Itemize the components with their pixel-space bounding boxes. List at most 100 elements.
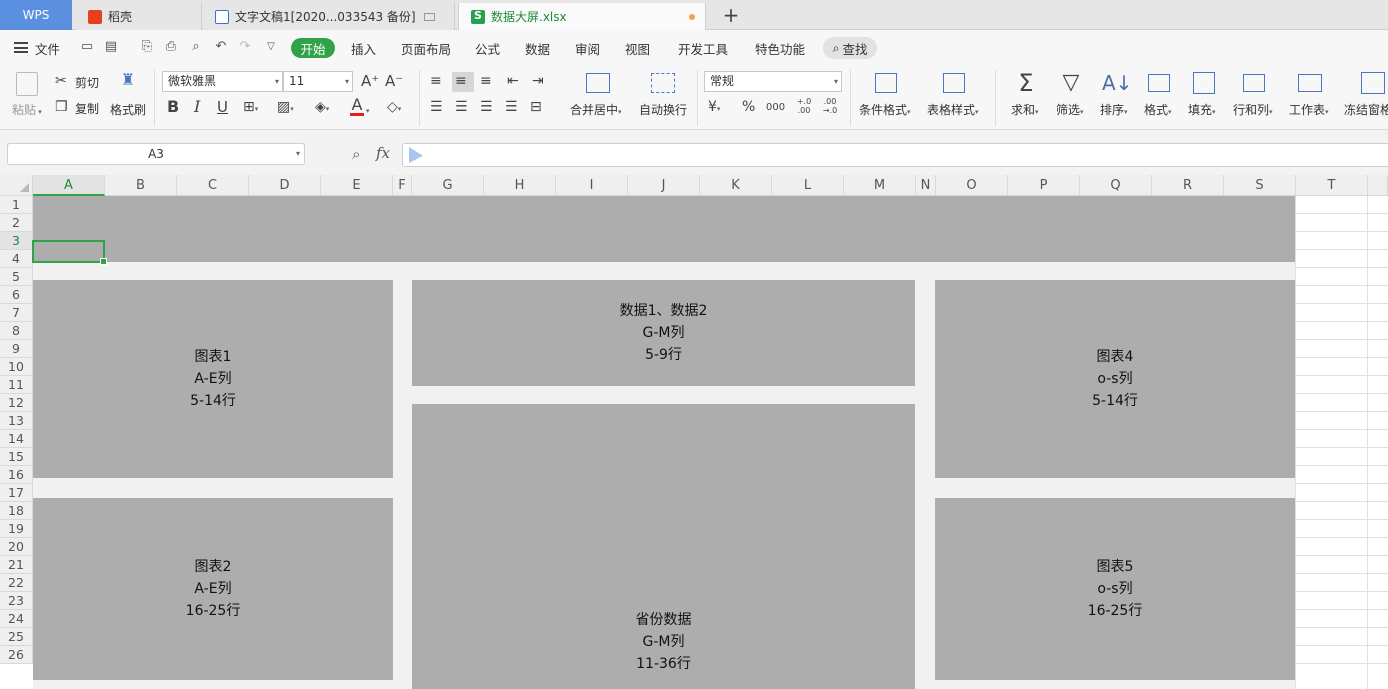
increase-font-icon[interactable]: A⁺ xyxy=(361,73,379,89)
currency-button[interactable]: ¥▾ xyxy=(708,99,720,117)
header-banner-block[interactable] xyxy=(33,196,1295,262)
italic-button[interactable]: I xyxy=(194,99,200,115)
underline-button[interactable]: U xyxy=(217,99,228,115)
font-size-select[interactable]: 11 ▾ xyxy=(283,71,353,92)
sum-button[interactable]: 求和▾ xyxy=(1011,101,1039,118)
column-header-overflow[interactable] xyxy=(1368,175,1388,196)
column-header-g[interactable]: G xyxy=(412,175,484,196)
new-tab-button[interactable]: + xyxy=(720,3,742,27)
column-header-m[interactable]: M xyxy=(844,175,916,196)
row-header-16[interactable]: 16 xyxy=(0,466,33,484)
tab-docer[interactable]: 稻壳 xyxy=(76,3,202,30)
column-header-t[interactable]: T xyxy=(1296,175,1368,196)
spreadsheet-grid[interactable]: ABCDEFGHIJKLMNOPQRST 1 2 3 4 5 6 7 8 9 10 11 12 13 14… xyxy=(0,175,1388,689)
clear-format-icon[interactable]: ◇▾ xyxy=(387,99,401,117)
menu-insert[interactable]: 插入 xyxy=(351,39,376,58)
row-header-19[interactable]: 19 xyxy=(0,520,33,538)
menu-developer[interactable]: 开发工具 xyxy=(678,39,728,58)
print-preview-icon[interactable]: ⌕ xyxy=(189,40,203,54)
column-header-n[interactable]: N xyxy=(916,175,936,196)
menu-view[interactable]: 视图 xyxy=(625,39,650,58)
column-header-l[interactable]: L xyxy=(772,175,844,196)
row-header-4[interactable]: 4 xyxy=(0,250,33,268)
fill-style-icon[interactable]: ▨▾ xyxy=(277,99,294,117)
percent-button[interactable]: % xyxy=(742,99,755,115)
fill-button[interactable]: 填充▾ xyxy=(1188,101,1216,118)
row-header-26[interactable]: 26 xyxy=(0,646,33,664)
number-format-select[interactable]: 常规 ▾ xyxy=(704,71,842,92)
search-button[interactable]: ⌕ 查找 xyxy=(823,37,877,59)
row-header-11[interactable]: 11 xyxy=(0,376,33,394)
row-header-14[interactable]: 14 xyxy=(0,430,33,448)
column-header-h[interactable]: H xyxy=(484,175,556,196)
font-color-button[interactable]: A xyxy=(350,97,364,116)
format-button[interactable]: 格式▾ xyxy=(1144,101,1172,118)
wrap-text-button[interactable]: 自动换行 xyxy=(639,101,687,118)
menu-start[interactable]: 开始 xyxy=(291,38,335,58)
column-header-a[interactable]: A xyxy=(33,175,105,196)
menu-data[interactable]: 数据 xyxy=(525,39,550,58)
row-header-6[interactable]: 6 xyxy=(0,286,33,304)
merge-center-button[interactable]: 合并居中▾ xyxy=(570,101,622,118)
table-style-button[interactable]: 表格样式▾ xyxy=(927,101,979,118)
fx-button[interactable]: fx xyxy=(376,144,390,162)
filter-button[interactable]: 筛选▾ xyxy=(1056,101,1084,118)
sort-button[interactable]: 排序▾ xyxy=(1100,101,1128,118)
column-header-f[interactable]: F xyxy=(393,175,412,196)
align-left-icon[interactable]: ☰ xyxy=(430,99,443,115)
fill-color-icon[interactable]: ◈▾ xyxy=(315,99,329,117)
row-header-1[interactable]: 1 xyxy=(0,196,33,214)
row-header-20[interactable]: 20 xyxy=(0,538,33,556)
chart2-block[interactable]: 图表2 A-E列 16-25行 xyxy=(33,498,393,680)
column-header-e[interactable]: E xyxy=(321,175,393,196)
align-middle-icon[interactable]: ≡ xyxy=(455,73,467,89)
province-data-block[interactable]: 省份数据 G-M列 11-36行 xyxy=(412,404,915,689)
menu-formulas[interactable]: 公式 xyxy=(475,39,500,58)
cut-button[interactable]: 剪切 xyxy=(75,74,99,91)
tab-word-document[interactable]: 文字文稿1[2020...033543 备份] xyxy=(203,3,455,30)
formula-input[interactable] xyxy=(402,143,1388,167)
font-color-dropdown-icon[interactable]: ▾ xyxy=(366,101,370,119)
row-header-17[interactable]: 17 xyxy=(0,484,33,502)
freeze-panes-button[interactable]: 冻结窗格 xyxy=(1344,101,1388,118)
row-header-15[interactable]: 15 xyxy=(0,448,33,466)
menu-file[interactable]: 文件 xyxy=(35,39,60,58)
row-header-10[interactable]: 10 xyxy=(0,358,33,376)
column-header-c[interactable]: C xyxy=(177,175,249,196)
data12-block[interactable]: 数据1、数据2 G-M列 5-9行 xyxy=(412,280,915,386)
row-header-9[interactable]: 9 xyxy=(0,340,33,358)
increase-indent-icon[interactable]: ⇥ xyxy=(532,73,544,89)
increase-decimal-button[interactable]: +.0 .00 xyxy=(792,97,816,115)
align-bottom-icon[interactable]: ≡ xyxy=(480,73,492,89)
thousands-button[interactable]: 000 xyxy=(766,100,785,116)
row-header-18[interactable]: 18 xyxy=(0,502,33,520)
customize-dropdown-icon[interactable]: ▽ xyxy=(264,40,278,54)
wps-home-tab[interactable]: WPS xyxy=(0,0,72,30)
zoom-formula-icon[interactable]: ⌕ xyxy=(352,145,360,163)
active-cell-a3[interactable] xyxy=(32,240,107,265)
save-as-icon[interactable]: ▤ xyxy=(104,40,118,54)
name-box[interactable]: A3 ▾ xyxy=(7,143,305,165)
column-header-r[interactable]: R xyxy=(1152,175,1224,196)
decrease-font-icon[interactable]: A⁻ xyxy=(385,73,403,89)
column-header-q[interactable]: Q xyxy=(1080,175,1152,196)
row-header-12[interactable]: 12 xyxy=(0,394,33,412)
justify-icon[interactable]: ☰ xyxy=(505,99,518,115)
font-name-select[interactable]: 微软雅黑 ▾ xyxy=(162,71,283,92)
paste-button[interactable]: 粘贴 ▾ xyxy=(12,101,42,118)
print-icon[interactable]: ⎙ xyxy=(164,40,178,54)
select-all-corner[interactable] xyxy=(0,175,33,196)
decrease-decimal-button[interactable]: .00 →.0 xyxy=(818,97,842,115)
row-header-7[interactable]: 7 xyxy=(0,304,33,322)
align-top-icon[interactable]: ≡ xyxy=(430,73,442,89)
chart4-block[interactable]: 图表4 o-s列 5-14行 xyxy=(935,280,1295,478)
column-header-i[interactable]: I xyxy=(556,175,628,196)
menu-review[interactable]: 审阅 xyxy=(575,39,600,58)
save-icon[interactable]: ▭ xyxy=(80,40,94,54)
chart1-block[interactable]: 图表1 A-E列 5-14行 xyxy=(33,280,393,478)
paste-icon[interactable] xyxy=(16,72,38,96)
column-header-b[interactable]: B xyxy=(105,175,177,196)
menu-special-features[interactable]: 特色功能 xyxy=(755,39,805,58)
decrease-indent-icon[interactable]: ⇤ xyxy=(507,73,519,89)
format-painter-button[interactable]: 格式刷 xyxy=(110,101,146,118)
